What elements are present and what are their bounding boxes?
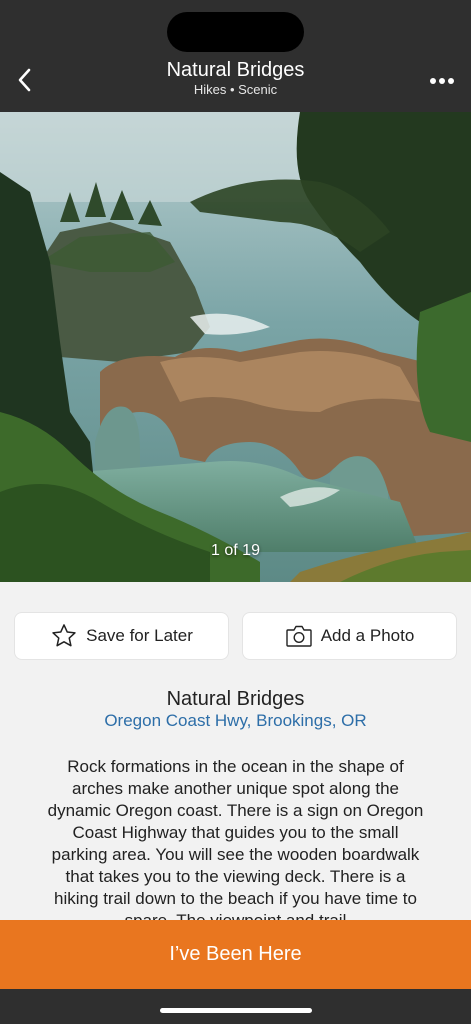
camera-icon	[285, 623, 313, 649]
chevron-left-icon	[18, 68, 31, 92]
bottom-safe-area	[0, 989, 471, 1024]
device-notch	[167, 12, 304, 52]
action-buttons: Save for Later Add a Photo	[15, 613, 456, 659]
place-name: Natural Bridges	[166, 688, 305, 710]
back-button[interactable]	[8, 62, 40, 98]
page-title: Natural Bridges	[166, 59, 305, 81]
photo-carousel[interactable]: 1 of 19	[0, 112, 471, 582]
photo-counter: 1 of 19	[211, 542, 260, 559]
star-outline-icon	[50, 622, 78, 650]
add-photo-label: Add a Photo	[320, 626, 415, 645]
more-options-button[interactable]	[425, 66, 459, 96]
been-here-button[interactable]: I’ve Been Here	[0, 920, 471, 989]
save-for-later-button[interactable]: Save for Later	[15, 613, 228, 659]
place-description: Rock formations in the ocean in the shap…	[47, 757, 424, 920]
title-block: Natural Bridges Hikes • Scenic	[80, 58, 391, 98]
place-address-link[interactable]: Oregon Coast Hwy, Brookings, OR	[0, 711, 471, 731]
page-subtitle: Hikes • Scenic	[193, 82, 278, 97]
home-indicator[interactable]	[160, 1008, 312, 1013]
add-photo-button[interactable]: Add a Photo	[243, 613, 456, 659]
ellipsis-horizontal-icon	[430, 78, 454, 84]
coastal-arch-photo	[0, 112, 471, 582]
save-for-later-label: Save for Later	[86, 626, 193, 645]
top-bar: Natural Bridges Hikes • Scenic	[0, 0, 471, 112]
